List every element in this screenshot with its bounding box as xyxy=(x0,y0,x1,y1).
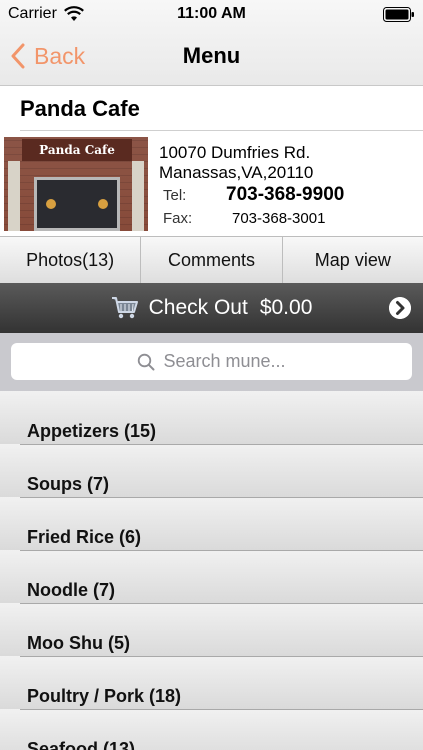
photo-sign-text: Panda Cafe xyxy=(39,143,115,157)
divider xyxy=(20,550,423,551)
cart-icon xyxy=(111,297,138,319)
category-label: Moo Shu (5) xyxy=(27,633,130,653)
tab-photos[interactable]: Photos(13) xyxy=(0,237,142,283)
divider xyxy=(20,130,423,131)
search-icon xyxy=(138,353,155,370)
status-time: 11:00 AM xyxy=(177,5,246,22)
address-line-1: 10070 Dumfries Rd. xyxy=(159,143,311,162)
category-item-noodle[interactable]: Noodle (7) xyxy=(0,550,423,603)
search-placeholder: Search mune... xyxy=(163,351,286,371)
divider xyxy=(20,603,423,604)
restaurant-tabs: Photos(13) Comments Map view xyxy=(0,236,423,283)
chevron-right-icon xyxy=(389,297,411,319)
page-title: Menu xyxy=(182,43,241,68)
divider xyxy=(20,497,423,498)
category-item-moo-shu[interactable]: Moo Shu (5) xyxy=(0,603,423,656)
restaurant-name: Panda Cafe xyxy=(20,96,140,121)
divider xyxy=(20,709,423,710)
tab-map-view[interactable]: Map view xyxy=(283,237,423,283)
checkout-label: Check Out xyxy=(148,296,248,319)
status-bar: Carrier 11:00 AM xyxy=(0,0,423,30)
tel-label: Tel: xyxy=(163,187,187,204)
fax-number: 703-368-3001 xyxy=(232,210,326,227)
category-item-soups[interactable]: Soups (7) xyxy=(0,444,423,497)
category-label: Seafood (13) xyxy=(27,739,136,750)
fax-label: Fax: xyxy=(163,210,193,227)
menu-category-list: Appetizers (15) Soups (7) Fried Rice (6)… xyxy=(0,391,423,750)
category-label: Fried Rice (6) xyxy=(27,527,142,547)
photo-lantern xyxy=(98,199,108,209)
category-item-seafood[interactable]: Seafood (13) xyxy=(0,709,423,750)
search-bar: Search mune... xyxy=(0,333,423,391)
category-label: Noodle (7) xyxy=(27,580,115,600)
photo-lantern xyxy=(46,199,56,209)
category-item-poultry-pork[interactable]: Poultry / Pork (18) xyxy=(0,656,423,709)
top-bar: Carrier 11:00 AM Back Menu xyxy=(0,0,423,86)
search-input[interactable]: Search mune... xyxy=(11,343,412,380)
address-line-2: Manassas,VA,20110 xyxy=(159,163,314,182)
phone-number-link[interactable]: 703-368-9900 xyxy=(226,184,344,206)
category-item-appetizers[interactable]: Appetizers (15) xyxy=(0,391,423,444)
category-label: Poultry / Pork (18) xyxy=(27,686,182,706)
checkout-bar[interactable]: Check Out $0.00 xyxy=(0,283,423,333)
category-item-fried-rice[interactable]: Fried Rice (6) xyxy=(0,497,423,550)
category-label: Appetizers (15) xyxy=(27,421,157,441)
photo-pillar xyxy=(132,161,144,231)
photo-pillar xyxy=(8,161,20,231)
restaurant-photo[interactable]: Panda Cafe xyxy=(4,137,148,231)
battery-icon xyxy=(383,7,414,22)
divider xyxy=(20,656,423,657)
photo-storefront-sign: Panda Cafe xyxy=(22,139,132,161)
category-label: Soups (7) xyxy=(27,474,110,494)
checkout-total: $0.00 xyxy=(259,296,313,319)
tab-comments[interactable]: Comments xyxy=(141,237,283,283)
divider xyxy=(20,444,423,445)
